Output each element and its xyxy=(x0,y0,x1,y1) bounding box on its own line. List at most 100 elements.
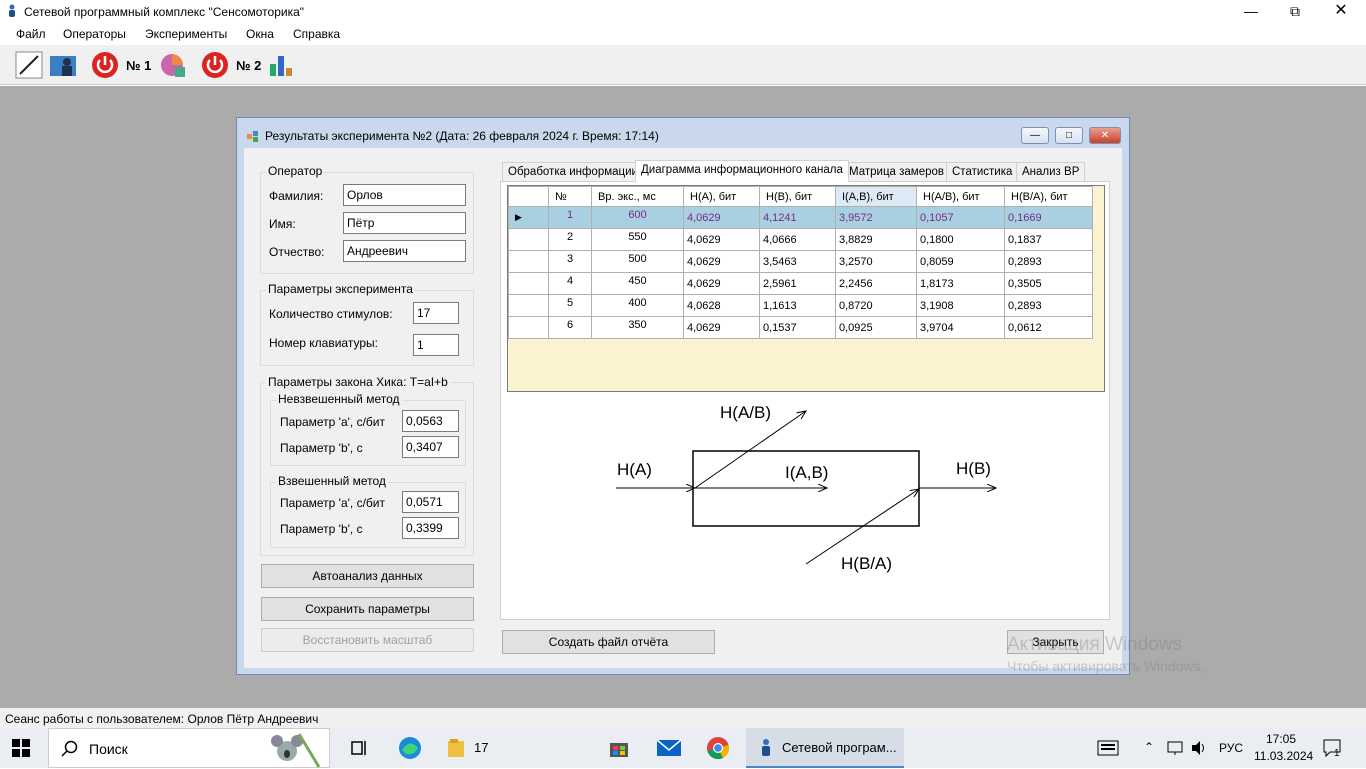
col-header-ha[interactable]: H(A), бит xyxy=(683,186,760,207)
cell[interactable]: 3,9704 xyxy=(916,316,1005,339)
folder-label[interactable]: 17 xyxy=(474,740,488,755)
cell[interactable]: 3 xyxy=(548,250,592,273)
windows-start-icon[interactable] xyxy=(12,739,30,757)
bar-chart-icon[interactable] xyxy=(266,50,296,80)
cell[interactable]: 0,2893 xyxy=(1004,250,1093,273)
cell[interactable]: 0,8720 xyxy=(835,294,917,317)
col-header-iab[interactable]: I(A,B), бит xyxy=(835,186,917,207)
cell[interactable]: 2 xyxy=(548,228,592,251)
clock-date[interactable]: 11.03.2024 xyxy=(1254,749,1313,763)
chevron-up-icon[interactable]: ⌃ xyxy=(1144,740,1154,754)
cell[interactable]: 0,1837 xyxy=(1004,228,1093,251)
table-row[interactable]: 4 450 4,0629 2,5961 2,2456 1,8173 0,3505 xyxy=(508,272,1093,295)
cell[interactable]: 0,2893 xyxy=(1004,294,1093,317)
table-row[interactable]: 2 550 4,0629 4,0666 3,8829 0,1800 0,1837 xyxy=(508,228,1093,251)
table-row[interactable]: 5 400 4,0628 1,1613 0,8720 3,1908 0,2893 xyxy=(508,294,1093,317)
unweighted-b-field[interactable]: 0,3407 xyxy=(402,436,459,458)
tab-info-processing[interactable]: Обработка информации xyxy=(502,162,644,182)
table-row[interactable]: ▶ 1 600 4,0629 4,1241 3,9572 0,1057 0,16… xyxy=(508,206,1093,229)
edge-icon[interactable] xyxy=(398,736,422,760)
cell[interactable]: 550 xyxy=(591,228,684,251)
cell[interactable]: 4,0629 xyxy=(683,250,760,273)
save-params-button[interactable]: Сохранить параметры xyxy=(261,597,474,621)
tab-rt-analysis[interactable]: Анализ ВР xyxy=(1016,162,1086,182)
table-row[interactable]: 6 350 4,0629 0,1537 0,0925 3,9704 0,0612 xyxy=(508,316,1093,339)
weighted-b-field[interactable]: 0,3399 xyxy=(402,517,459,539)
surname-field[interactable]: Орлов xyxy=(343,184,466,206)
task-view-icon[interactable] xyxy=(350,738,370,758)
tab-statistics[interactable]: Статистика xyxy=(946,162,1019,182)
notification-icon[interactable] xyxy=(1322,738,1344,758)
col-header-hab[interactable]: H(A/B), бит xyxy=(916,186,1005,207)
cell[interactable]: 1,8173 xyxy=(916,272,1005,295)
row-header[interactable] xyxy=(508,250,549,273)
cell[interactable]: 0,0925 xyxy=(835,316,917,339)
power-icon-2[interactable] xyxy=(200,50,230,80)
menu-help[interactable]: Справка xyxy=(293,27,340,41)
cell[interactable]: 3,1908 xyxy=(916,294,1005,317)
restore-scale-button[interactable]: Восстановить масштаб xyxy=(261,628,474,652)
cell[interactable]: 1,1613 xyxy=(759,294,836,317)
name-field[interactable]: Пётр xyxy=(343,212,466,234)
folder-icon[interactable] xyxy=(446,737,468,759)
create-report-button[interactable]: Создать файл отчёта xyxy=(502,630,715,654)
operators-folder-icon[interactable] xyxy=(48,50,78,80)
cell[interactable]: 0,1057 xyxy=(916,206,1005,229)
row-header[interactable] xyxy=(508,316,549,339)
row-header[interactable] xyxy=(508,294,549,317)
cell[interactable]: 2,5961 xyxy=(759,272,836,295)
col-header-num[interactable]: № xyxy=(548,186,592,207)
weighted-a-field[interactable]: 0,0571 xyxy=(402,491,459,513)
menu-experiments[interactable]: Эксперименты xyxy=(145,27,227,41)
cell[interactable]: 6 xyxy=(548,316,592,339)
cell[interactable]: 500 xyxy=(591,250,684,273)
tab-measurement-matrix[interactable]: Матрица замеров xyxy=(843,162,950,182)
col-header-hba[interactable]: H(B/A), бит xyxy=(1004,186,1093,207)
cell[interactable]: 4 xyxy=(548,272,592,295)
tab-channel-diagram[interactable]: Диаграмма информационного канала xyxy=(635,160,849,182)
row-header[interactable] xyxy=(508,272,549,295)
cell[interactable]: 0,1800 xyxy=(916,228,1005,251)
patronymic-field[interactable]: Андреевич xyxy=(343,240,466,262)
cell[interactable]: 3,9572 xyxy=(835,206,917,229)
cell[interactable]: 3,8829 xyxy=(835,228,917,251)
keyboard-icon[interactable] xyxy=(1097,740,1119,756)
cell[interactable]: 600 xyxy=(591,206,684,229)
maximize-button[interactable]: ⧉ xyxy=(1272,0,1318,24)
cell[interactable]: 4,0628 xyxy=(683,294,760,317)
chart-icon-1[interactable] xyxy=(157,50,187,80)
keyboard-number-field[interactable]: 1 xyxy=(413,334,459,356)
cell[interactable]: 0,3505 xyxy=(1004,272,1093,295)
clock-time[interactable]: 17:05 xyxy=(1266,732,1296,746)
cell[interactable]: 4,0629 xyxy=(683,272,760,295)
cell[interactable]: 4,0629 xyxy=(683,206,760,229)
mail-icon[interactable] xyxy=(656,738,682,758)
unweighted-a-field[interactable]: 0,0563 xyxy=(402,410,459,432)
cell[interactable]: 0,8059 xyxy=(916,250,1005,273)
cell[interactable]: 3,5463 xyxy=(759,250,836,273)
cell[interactable]: 0,0612 xyxy=(1004,316,1093,339)
col-header-hb[interactable]: H(B), бит xyxy=(759,186,836,207)
volume-icon[interactable] xyxy=(1190,740,1208,756)
menu-file[interactable]: Файл xyxy=(16,27,46,41)
menu-operators[interactable]: Операторы xyxy=(63,27,126,41)
cell[interactable]: 4,0666 xyxy=(759,228,836,251)
minimize-button[interactable]: — xyxy=(1228,0,1274,24)
menu-windows[interactable]: Окна xyxy=(246,27,274,41)
taskbar-app-button[interactable]: Сетевой програм... xyxy=(746,728,904,768)
edit-icon[interactable] xyxy=(14,50,44,80)
cell[interactable]: 350 xyxy=(591,316,684,339)
cell[interactable]: 4,0629 xyxy=(683,316,760,339)
row-selector-icon[interactable]: ▶ xyxy=(508,206,549,229)
cell[interactable]: 400 xyxy=(591,294,684,317)
search-box[interactable]: Поиск xyxy=(48,728,330,768)
table-row[interactable]: 3 500 4,0629 3,5463 3,2570 0,8059 0,2893 xyxy=(508,250,1093,273)
col-header-exp-time[interactable]: Вр. экс., мс xyxy=(591,186,684,207)
store-icon[interactable] xyxy=(608,737,630,759)
language-indicator[interactable]: РУС xyxy=(1219,741,1243,755)
dialog-maximize-button[interactable]: □ xyxy=(1055,127,1083,144)
cell[interactable]: 3,2570 xyxy=(835,250,917,273)
power-icon-1[interactable] xyxy=(90,50,120,80)
dialog-close-button[interactable]: ✕ xyxy=(1089,127,1121,144)
cell[interactable]: 2,2456 xyxy=(835,272,917,295)
